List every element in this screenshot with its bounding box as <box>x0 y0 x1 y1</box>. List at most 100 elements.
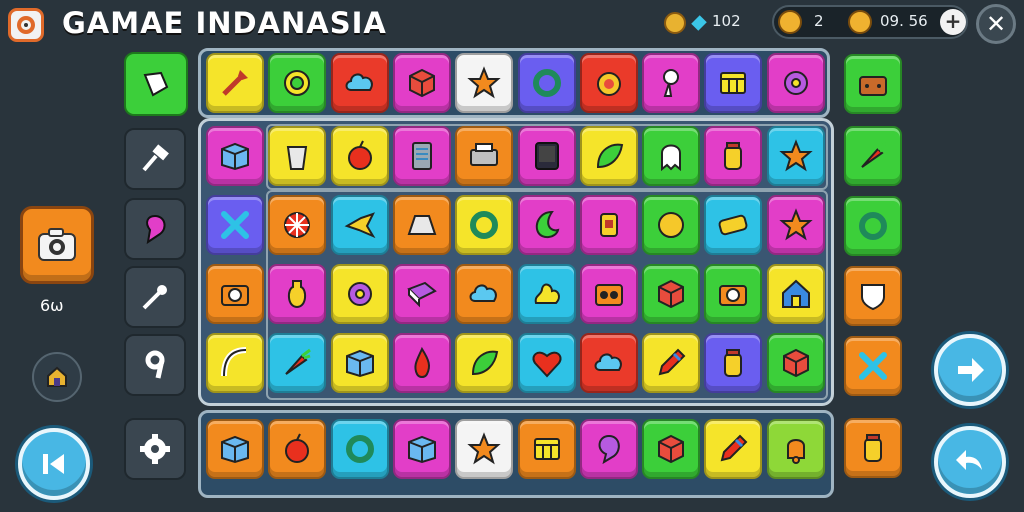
board-tile[interactable] <box>330 333 389 393</box>
cube-icon <box>658 279 685 309</box>
board-tile[interactable] <box>517 264 576 324</box>
bottom-tile[interactable] <box>206 419 264 479</box>
board-tile[interactable] <box>579 195 638 255</box>
board-tile[interactable] <box>455 333 514 393</box>
top-tile[interactable] <box>206 53 264 113</box>
board-tile[interactable] <box>579 264 638 324</box>
hint-tool-button[interactable] <box>124 198 186 260</box>
top-tile[interactable] <box>392 53 451 113</box>
board-tile[interactable] <box>206 195 264 255</box>
board-tile[interactable] <box>392 264 451 324</box>
undo-button[interactable] <box>934 426 1006 498</box>
board-tile[interactable] <box>268 195 327 255</box>
board-tile[interactable] <box>392 126 451 186</box>
box-icon <box>407 435 436 464</box>
board-tile[interactable] <box>704 264 763 324</box>
board-tile[interactable] <box>392 195 451 255</box>
bar-icon <box>718 214 748 236</box>
board-tile[interactable] <box>517 126 576 186</box>
side-tile[interactable] <box>844 336 902 396</box>
bottom-tile[interactable] <box>642 419 701 479</box>
side-tile[interactable] <box>844 196 902 256</box>
top-tile[interactable] <box>330 53 389 113</box>
board-tile[interactable] <box>642 264 701 324</box>
board-tile[interactable] <box>704 126 763 186</box>
ghost-icon <box>661 144 682 172</box>
board-tile[interactable] <box>206 126 264 186</box>
bottom-tile[interactable] <box>268 419 327 479</box>
house-badge-button[interactable] <box>32 352 82 402</box>
number-nine-icon <box>145 350 165 379</box>
currency-a-value: 2 <box>814 12 824 30</box>
shield-icon <box>861 284 885 311</box>
book-icon <box>407 281 437 308</box>
board-tile[interactable] <box>642 333 701 393</box>
bottom-tile[interactable] <box>704 419 763 479</box>
ring-icon <box>345 435 374 463</box>
top-tile[interactable] <box>455 53 514 113</box>
bottom-tile[interactable] <box>392 419 451 479</box>
board-tile[interactable] <box>766 126 825 186</box>
board-tile[interactable] <box>766 195 825 255</box>
board-tile[interactable] <box>330 264 389 324</box>
board-tile[interactable] <box>330 195 389 255</box>
board-tile[interactable] <box>455 195 514 255</box>
heart-icon <box>532 351 561 378</box>
board-tile[interactable] <box>642 126 701 186</box>
key-icon <box>663 69 680 97</box>
bottom-tile[interactable] <box>517 419 576 479</box>
side-tile[interactable] <box>844 126 902 186</box>
next-button[interactable] <box>934 334 1006 406</box>
board-tile[interactable] <box>517 333 576 393</box>
side-tile[interactable] <box>844 54 902 114</box>
cloud-icon <box>594 353 622 371</box>
settings-button[interactable] <box>124 418 186 480</box>
add-currency-button[interactable]: + <box>940 9 966 35</box>
close-button[interactable]: ✕ <box>976 4 1016 44</box>
ring-icon <box>859 212 887 240</box>
radio-icon <box>594 284 623 306</box>
side-tile[interactable] <box>844 266 902 326</box>
gear-icon <box>140 434 170 464</box>
top-tile[interactable] <box>766 53 825 113</box>
level-button[interactable] <box>124 334 186 396</box>
top-tile[interactable] <box>704 53 763 113</box>
bottom-tile[interactable] <box>330 419 389 479</box>
board-tile[interactable] <box>766 264 825 324</box>
board-tile[interactable] <box>455 126 514 186</box>
board-tile[interactable] <box>642 195 701 255</box>
lantern-icon <box>599 213 618 237</box>
board-tile[interactable] <box>330 126 389 186</box>
board-tile[interactable] <box>392 333 451 393</box>
top-tile[interactable] <box>642 53 701 113</box>
board-tile[interactable] <box>517 195 576 255</box>
bottom-tile[interactable] <box>579 419 638 479</box>
tag-tool-button[interactable] <box>124 52 188 116</box>
camera-icon <box>221 285 249 306</box>
wand-tool-button[interactable] <box>124 266 186 328</box>
box-icon <box>221 435 249 464</box>
board-tile[interactable] <box>206 333 264 393</box>
board-tile[interactable] <box>766 333 825 393</box>
top-tile[interactable] <box>268 53 327 113</box>
bottom-tile[interactable] <box>766 419 825 479</box>
board-tile[interactable] <box>268 126 327 186</box>
side-tile[interactable] <box>844 418 902 478</box>
board-tile[interactable] <box>206 264 264 324</box>
board-tile[interactable] <box>268 333 327 393</box>
camera-button[interactable] <box>20 206 94 284</box>
board-tile[interactable] <box>579 126 638 186</box>
board-tile[interactable] <box>268 264 327 324</box>
cube-icon <box>782 348 809 378</box>
screen-icon <box>534 142 559 170</box>
bottom-tile[interactable] <box>455 419 514 479</box>
board-tile[interactable] <box>704 195 763 255</box>
hammer-tool-button[interactable] <box>124 128 186 190</box>
board-tile[interactable] <box>579 333 638 393</box>
top-tile[interactable] <box>517 53 576 113</box>
board-tile[interactable] <box>455 264 514 324</box>
flame-icon <box>414 346 430 378</box>
top-tile[interactable] <box>579 53 638 113</box>
board-tile[interactable] <box>704 333 763 393</box>
rewind-button[interactable] <box>18 428 90 500</box>
